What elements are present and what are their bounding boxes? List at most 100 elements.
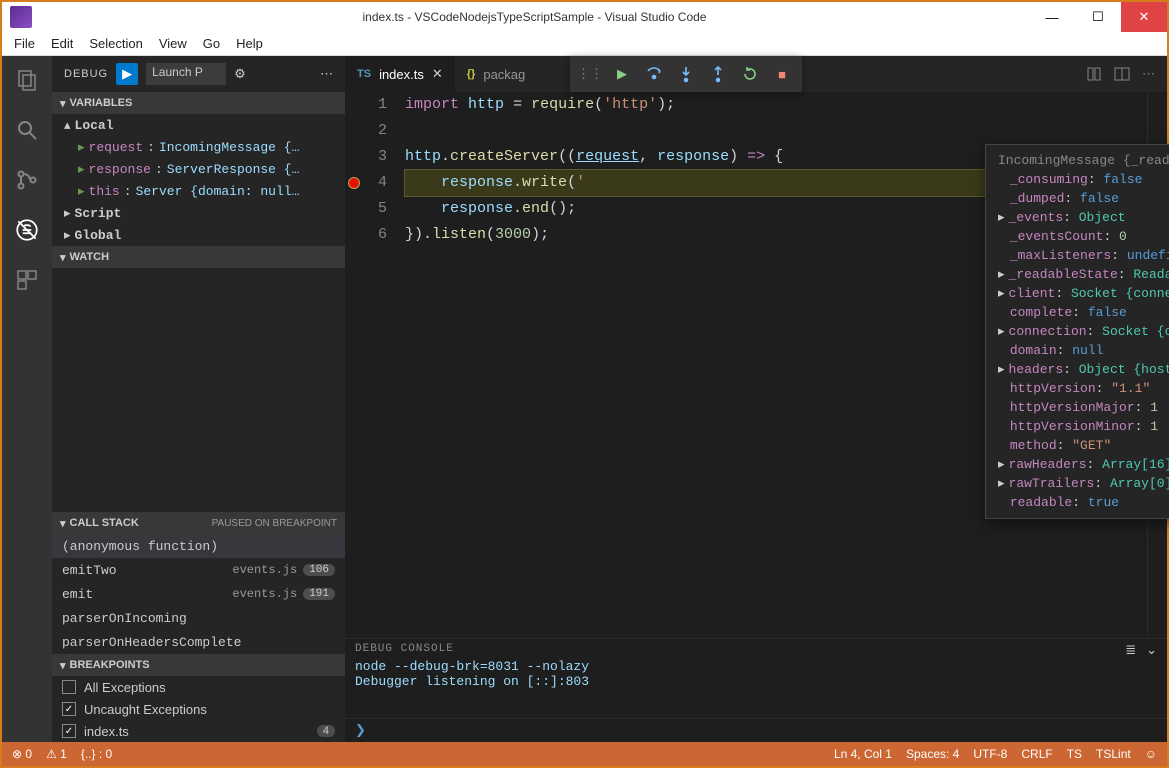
feedback-icon[interactable]: ☺ — [1145, 747, 1157, 761]
maximize-button[interactable]: ☐ — [1075, 2, 1121, 32]
status-linter[interactable]: TSLint — [1096, 747, 1131, 761]
scope-global[interactable]: ▸ Global — [52, 224, 345, 246]
status-bar: ⊗ 0 ⚠ 1 {..} : 0 Ln 4, Col 1 Spaces: 4 U… — [2, 742, 1167, 766]
explorer-icon[interactable] — [13, 66, 41, 94]
menu-view[interactable]: View — [153, 34, 193, 53]
window-titlebar: index.ts - VSCodeNodejsTypeScriptSample … — [2, 2, 1167, 32]
status-errors[interactable]: ⊗ 0 — [12, 747, 32, 761]
callstack-frame[interactable]: emitTwoevents.js106 — [52, 558, 345, 582]
tab-index-ts[interactable]: TSindex.ts✕ — [345, 56, 455, 92]
callstack-list: (anonymous function) emitTwoevents.js106… — [52, 534, 345, 654]
status-warnings[interactable]: ⚠ 1 — [46, 747, 67, 761]
breakpoint-marker[interactable]: 4 — [345, 170, 405, 196]
breakpoint-uncaught-exceptions[interactable]: ✓Uncaught Exceptions — [52, 698, 345, 720]
debug-panel-title: DEBUG — [64, 68, 108, 80]
checkbox-icon[interactable] — [62, 680, 76, 694]
hover-property[interactable]: ▸headers: Object {host: "localhost:3000"… — [986, 360, 1169, 379]
hover-property[interactable]: ▸client: Socket {connecting: false, _had… — [986, 284, 1169, 303]
app-logo — [10, 6, 32, 28]
compare-changes-icon[interactable] — [1086, 66, 1102, 82]
grip-icon[interactable]: ⋮⋮ — [574, 58, 606, 90]
callstack-frame[interactable]: parserOnHeadersComplete — [52, 630, 345, 654]
hover-property: httpVersion: "1.1" — [986, 379, 1169, 398]
hover-property: _maxListeners: undefined — [986, 246, 1169, 265]
launch-config-select[interactable]: Launch P — [146, 63, 226, 85]
scope-local[interactable]: ▴ Local — [52, 114, 345, 136]
breakpoints-section-header[interactable]: ▾ BREAKPOINTS — [52, 654, 345, 676]
variable-request[interactable]: ▸ request: IncomingMessage {… — [52, 136, 345, 158]
callstack-frame[interactable]: emitevents.js191 — [52, 582, 345, 606]
scope-script[interactable]: ▸ Script — [52, 202, 345, 224]
status-cursor-position[interactable]: Ln 4, Col 1 — [834, 747, 892, 761]
variable-this[interactable]: ▸ this: Server {domain: null… — [52, 180, 345, 202]
hover-property: _consuming: false — [986, 170, 1169, 189]
more-icon[interactable]: ⋯ — [320, 66, 333, 82]
minimize-button[interactable]: — — [1029, 2, 1075, 32]
callstack-section-header[interactable]: ▾ CALL STACKPAUSED ON BREAKPOINT — [52, 512, 345, 534]
status-bracket[interactable]: {..} : 0 — [81, 747, 112, 761]
callstack-frame[interactable]: (anonymous function) — [52, 534, 345, 558]
more-actions-icon[interactable]: ⋯ — [1142, 66, 1155, 82]
close-button[interactable]: ✕ — [1121, 2, 1167, 32]
debug-icon[interactable] — [13, 216, 41, 244]
extensions-icon[interactable] — [13, 266, 41, 294]
hover-property[interactable]: ▸_readableState: ReadableState {objectMo… — [986, 265, 1169, 284]
status-encoding[interactable]: UTF-8 — [973, 747, 1007, 761]
variable-response[interactable]: ▸ response: ServerResponse {… — [52, 158, 345, 180]
hover-property[interactable]: ▸rawHeaders: Array[16] ["Host", "localho… — [986, 455, 1169, 474]
restart-button[interactable] — [734, 58, 766, 90]
hover-property: complete: false — [986, 303, 1169, 322]
step-out-button[interactable] — [702, 58, 734, 90]
status-eol[interactable]: CRLF — [1021, 747, 1052, 761]
continue-button[interactable]: ▶ — [606, 58, 638, 90]
menu-edit[interactable]: Edit — [45, 34, 79, 53]
start-debug-button[interactable]: ▶ — [116, 63, 138, 85]
variables-tree: ▴ Local ▸ request: IncomingMessage {… ▸ … — [52, 114, 345, 246]
variables-section-header[interactable]: ▾ VARIABLES — [52, 92, 345, 114]
menu-help[interactable]: Help — [230, 34, 269, 53]
status-language[interactable]: TS — [1067, 747, 1082, 761]
line-gutter: 1 2 3 4 5 6 — [345, 92, 405, 638]
checkbox-icon[interactable]: ✓ — [62, 702, 76, 716]
hover-property: httpVersionMajor: 1 — [986, 398, 1169, 417]
checkbox-icon[interactable]: ✓ — [62, 724, 76, 738]
hover-property[interactable]: ▸connection: Socket {connecting: false, … — [986, 322, 1169, 341]
tab-package-json[interactable]: {}packag — [455, 56, 537, 92]
breakpoint-all-exceptions[interactable]: All Exceptions — [52, 676, 345, 698]
debug-toolbar: DEBUG ▶ Launch P ⚙ ⋯ — [52, 56, 345, 92]
status-indent[interactable]: Spaces: 4 — [906, 747, 959, 761]
window-title: index.ts - VSCodeNodejsTypeScriptSample … — [40, 10, 1029, 24]
hover-property: httpVersionMinor: 1 — [986, 417, 1169, 436]
hover-property: method: "GET" — [986, 436, 1169, 455]
menu-bar: File Edit Selection View Go Help — [2, 32, 1167, 56]
callstack-frame[interactable]: parserOnIncoming — [52, 606, 345, 630]
repl-input[interactable]: ❯ — [345, 718, 1167, 742]
hover-property[interactable]: ▸rawTrailers: Array[0] — [986, 474, 1169, 493]
step-over-button[interactable] — [638, 58, 670, 90]
close-icon[interactable]: ✕ — [432, 66, 443, 82]
collapse-console-icon[interactable]: ⌄ — [1146, 643, 1157, 658]
hover-property: _eventsCount: 0 — [986, 227, 1169, 246]
watch-section-header[interactable]: ▾ WATCH — [52, 246, 345, 268]
debug-sidebar: DEBUG ▶ Launch P ⚙ ⋯ ▾ VARIABLES ▴ Local… — [52, 56, 345, 742]
debug-console-panel: DEBUG CONSOLE node --debug-brk=8031 --no… — [345, 638, 1167, 718]
clear-console-icon[interactable]: ≣ — [1125, 643, 1136, 658]
menu-selection[interactable]: Selection — [83, 34, 148, 53]
debug-hover-tooltip: IncomingMessage {_readableState: Readabl… — [985, 144, 1169, 519]
breakpoint-file[interactable]: ✓index.ts4 — [52, 720, 345, 742]
editor-area: TSindex.ts✕ {}packag ⋯ ⋮⋮ ▶ ■ 1 2 3 4 — [345, 56, 1167, 742]
menu-file[interactable]: File — [8, 34, 41, 53]
source-control-icon[interactable] — [13, 166, 41, 194]
search-icon[interactable] — [13, 116, 41, 144]
configure-icon[interactable]: ⚙ — [234, 66, 246, 82]
hover-property: domain: null — [986, 341, 1169, 360]
activity-bar — [2, 56, 52, 742]
menu-go[interactable]: Go — [197, 34, 226, 53]
stop-button[interactable]: ■ — [766, 58, 798, 90]
step-into-button[interactable] — [670, 58, 702, 90]
debug-action-bar[interactable]: ⋮⋮ ▶ ■ — [570, 56, 802, 92]
hover-property[interactable]: ▸_events: Object — [986, 208, 1169, 227]
hover-property: readable: true — [986, 493, 1169, 512]
hover-property: _dumped: false — [986, 189, 1169, 208]
split-editor-icon[interactable] — [1114, 66, 1130, 82]
